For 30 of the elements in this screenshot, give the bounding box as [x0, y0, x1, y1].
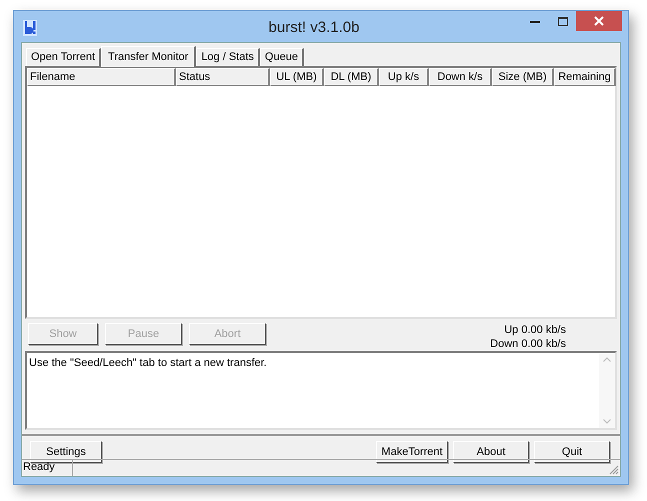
column-header[interactable]: Status	[176, 68, 270, 86]
toolbar-button[interactable]: MakeTorrent	[376, 441, 448, 463]
toolbar-button[interactable]: About	[453, 441, 529, 463]
window-title: burst! v3.1.0b	[268, 18, 360, 38]
column-header[interactable]: Filename	[27, 68, 176, 86]
scrollbar[interactable]	[599, 353, 615, 428]
column-header[interactable]: Size (MB)	[492, 68, 554, 86]
toolbar-button[interactable]: Quit	[534, 441, 610, 463]
log-text: Use the "Seed/Leech" tab to start a new transfer.	[28, 356, 268, 371]
column-header[interactable]: DL (MB)	[324, 68, 379, 86]
resize-grip-icon[interactable]	[609, 465, 619, 475]
column-header[interactable]: Remaining	[554, 68, 616, 86]
app-logo-icon	[22, 18, 38, 36]
tab[interactable]: Log / Stats	[196, 48, 260, 66]
status-text: Ready	[22, 460, 73, 476]
scroll-up-icon	[603, 357, 611, 362]
upload-speed: Up 0.00 kb/s	[504, 323, 566, 337]
settings-button[interactable]: Settings	[30, 441, 102, 463]
scroll-down-icon	[603, 419, 611, 424]
close-icon	[594, 16, 604, 26]
download-speed: Down 0.00 kb/s	[490, 337, 566, 351]
column-header[interactable]: Down k/s	[429, 68, 492, 86]
column-header[interactable]: UL (MB)	[270, 68, 324, 86]
close-button[interactable]	[576, 11, 622, 31]
minimize-icon	[530, 20, 540, 22]
tab[interactable]: Transfer Monitor	[101, 46, 196, 67]
tab[interactable]: Open Torrent	[26, 48, 102, 66]
maximize-icon	[558, 16, 568, 26]
column-header[interactable]: Up k/s	[379, 68, 429, 86]
tab[interactable]: Queue	[260, 48, 304, 66]
